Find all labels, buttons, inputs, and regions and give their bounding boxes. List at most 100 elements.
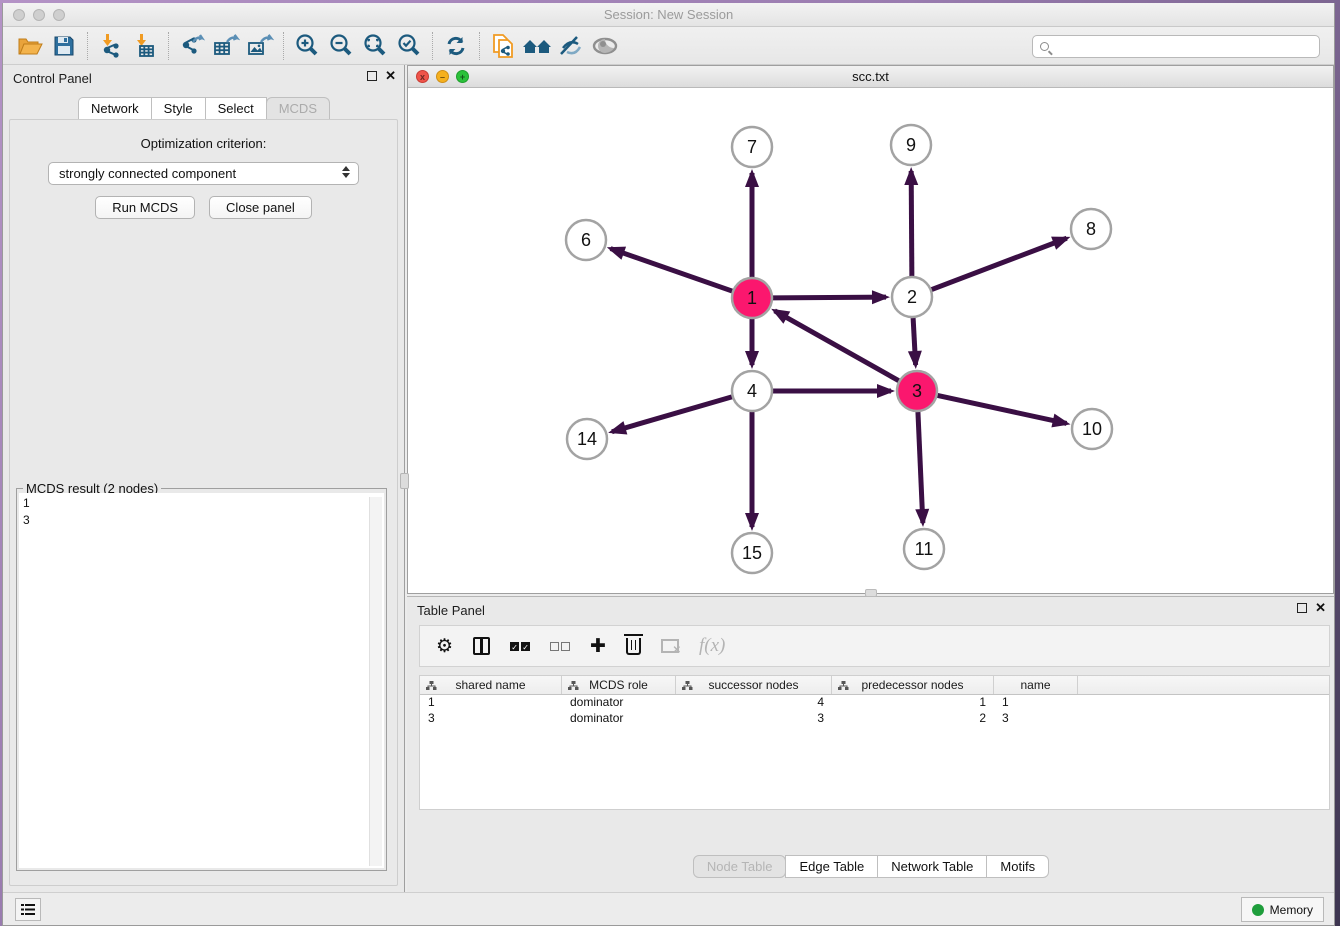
graph-edge[interactable] [918,412,923,523]
function-builder-icon: f(x) [699,635,725,657]
delete-columns-icon[interactable] [626,638,641,655]
network-graph[interactable]: 7968124314101511 [408,88,1333,593]
status-bar: Memory [3,892,1334,925]
memory-label: Memory [1270,903,1313,917]
tab-mcds[interactable]: MCDS [266,97,330,119]
graph-edge[interactable] [611,249,733,291]
refresh-icon[interactable] [439,31,473,61]
application-window: Session: New Session [2,3,1335,926]
table-cell[interactable]: 1 [994,695,1078,711]
main-toolbar [3,27,1334,65]
open-session-icon[interactable] [13,31,47,61]
zoom-in-icon[interactable] [290,31,324,61]
close-panel-button[interactable]: Close panel [209,196,312,219]
column-type-icon [838,680,849,690]
table-cell[interactable]: dominator [562,695,676,711]
graph-edge[interactable] [932,238,1067,289]
hide-selected-icon[interactable] [554,31,588,61]
table-cell[interactable]: dominator [562,711,676,727]
table-tabs: Node Table Edge Table Network Table Moti… [407,855,1334,878]
zoom-fit-icon[interactable] [358,31,392,61]
column-header[interactable]: shared name [420,676,562,694]
select-all-columns-icon[interactable]: ✓✓ [510,642,530,651]
table-cell[interactable]: 4 [676,695,832,711]
search-box [1032,35,1320,58]
tab-node-table[interactable]: Node Table [693,855,787,878]
optimization-criterion-select[interactable]: strongly connected component [48,162,359,185]
tab-network-table[interactable]: Network Table [877,855,987,878]
vertical-split-handle[interactable] [400,473,409,489]
zoom-selected-icon[interactable] [392,31,426,61]
column-header-label: predecessor nodes [861,678,963,692]
network-canvas[interactable]: 7968124314101511 [408,88,1333,593]
tab-edge-table[interactable]: Edge Table [785,855,878,878]
close-table-panel-icon[interactable]: ✕ [1315,603,1326,613]
graph-node-label: 3 [912,381,922,401]
table-cell[interactable]: 2 [832,711,994,727]
window-title: Session: New Session [3,7,1334,22]
show-all-eye-icon[interactable] [588,31,622,61]
table-row[interactable]: 3dominator323 [420,711,1329,727]
float-panel-icon[interactable] [367,71,377,81]
column-header[interactable]: name [994,676,1078,694]
graph-edge[interactable] [911,171,912,276]
table-cell[interactable]: 3 [994,711,1078,727]
first-neighbors-icon[interactable] [520,31,554,61]
result-scrollbar[interactable] [369,497,382,866]
column-type-icon [426,680,437,690]
table-panel: Table Panel ✕ ⚙ ✓✓ ✚ f(x) shared name MCD… [407,596,1334,892]
graph-edge[interactable] [612,397,732,432]
graph-edge[interactable] [775,311,899,381]
graph-edge[interactable] [913,318,916,365]
table-panel-title: Table Panel [417,603,485,618]
export-network-icon[interactable] [175,31,209,61]
node-table: shared name MCDS role successor nodes prede… [419,675,1330,810]
table-options-icon[interactable]: ⚙ [436,635,453,658]
search-input[interactable] [1049,36,1319,57]
column-browser-icon[interactable] [473,637,490,655]
tab-network[interactable]: Network [78,97,152,119]
duplicate-network-icon[interactable] [486,31,520,61]
horizontal-split-handle[interactable] [865,589,877,597]
memory-button[interactable]: Memory [1241,897,1324,922]
table-cell[interactable]: 3 [420,711,562,727]
column-header[interactable]: MCDS role [562,676,676,694]
close-panel-icon[interactable]: ✕ [385,71,396,81]
export-table-icon[interactable] [209,31,243,61]
title-bar: Session: New Session [3,3,1334,27]
column-type-icon [568,680,579,690]
show-panels-button[interactable] [15,898,41,921]
network-window-titlebar[interactable]: x – + scc.txt [408,66,1333,88]
graph-node-label: 11 [915,539,934,559]
table-cell[interactable]: 1 [420,695,562,711]
tab-select[interactable]: Select [205,97,267,119]
control-panel-title: Control Panel [13,71,92,86]
graph-edge[interactable] [773,297,886,298]
zoom-out-icon[interactable] [324,31,358,61]
column-header-label: shared name [455,678,525,692]
graph-node-label: 4 [747,381,757,401]
graph-node-label: 1 [747,288,757,308]
column-header[interactable]: predecessor nodes [832,676,994,694]
selected-option: strongly connected component [59,166,236,181]
create-column-icon[interactable]: ✚ [590,635,606,658]
table-row[interactable]: 1dominator411 [420,695,1329,711]
deselect-all-columns-icon[interactable] [550,642,570,651]
float-table-panel-icon[interactable] [1297,603,1307,613]
result-line: 1 [23,495,380,512]
graph-node-label: 14 [577,429,597,449]
mcds-result-text[interactable]: 1 3 [19,493,384,868]
table-cell[interactable]: 3 [676,711,832,727]
table-cell[interactable]: 1 [832,695,994,711]
optimization-criterion-label: Optimization criterion: [10,136,397,151]
save-session-icon[interactable] [47,31,81,61]
column-header[interactable]: successor nodes [676,676,832,694]
run-mcds-button[interactable]: Run MCDS [95,196,195,219]
column-header-label: MCDS role [589,678,648,692]
import-table-icon[interactable] [128,31,162,61]
tab-style[interactable]: Style [151,97,206,119]
import-network-icon[interactable] [94,31,128,61]
graph-edge[interactable] [938,395,1067,423]
tab-motifs[interactable]: Motifs [986,855,1049,878]
export-image-icon[interactable] [243,31,277,61]
